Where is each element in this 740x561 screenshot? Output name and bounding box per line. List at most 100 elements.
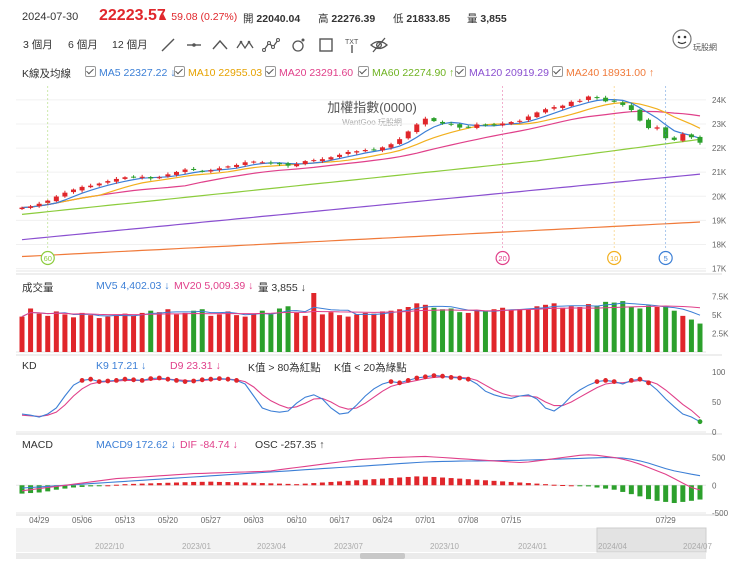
volume-bar — [259, 310, 265, 352]
osc-bar — [560, 484, 566, 486]
volume-bar — [122, 313, 128, 352]
candle-body — [517, 120, 523, 122]
candle-body — [259, 162, 265, 164]
osc-bar — [216, 481, 222, 486]
volume-bar — [36, 313, 42, 352]
volume-bar — [285, 306, 291, 352]
volume-bar — [79, 312, 85, 352]
candle-body — [603, 97, 609, 102]
osc-bar — [414, 476, 420, 486]
volume-bar — [500, 307, 506, 352]
x-tick-label: 07/08 — [458, 516, 479, 525]
volume-bar — [337, 315, 343, 352]
kd-overbought-dot — [448, 375, 454, 380]
volume-tick-label: 2.5K — [712, 330, 729, 339]
candle-body — [208, 170, 214, 172]
navigator-tick-label: 2023/04 — [257, 542, 286, 551]
candle-body — [568, 101, 574, 106]
kd-overbought-dot — [96, 379, 102, 384]
volume-bar — [96, 318, 102, 352]
candle-body — [525, 116, 531, 120]
osc-bar — [594, 485, 600, 488]
kd-overbought-dot — [131, 377, 136, 383]
candle-body — [620, 102, 626, 105]
osc-bar — [603, 485, 609, 489]
candle-body — [414, 124, 420, 133]
volume-tick-label: 5K — [712, 311, 722, 320]
price-tick-label: 19K — [712, 216, 727, 225]
candle-body — [465, 126, 471, 128]
volume-bar — [216, 314, 222, 352]
ma60-line — [21, 138, 701, 215]
volume-bar — [173, 314, 179, 352]
volume-bar — [560, 307, 566, 352]
osc-bar — [182, 482, 188, 486]
x-tick-label: 04/29 — [29, 516, 50, 525]
volume-bar — [88, 315, 94, 352]
volume-bar — [603, 301, 609, 352]
volume-bar — [405, 307, 411, 352]
ma-marker-label: 60 — [44, 254, 52, 263]
osc-bar — [568, 485, 574, 487]
volume-bar — [594, 305, 600, 352]
volume-bar — [45, 315, 51, 352]
macd-tick-label: -500 — [712, 509, 729, 518]
candle-body — [482, 124, 488, 126]
ma240-line — [21, 221, 701, 258]
volume-bar — [654, 307, 660, 352]
candle-body — [182, 169, 188, 172]
candle-body — [457, 124, 463, 128]
volume-bar — [440, 309, 446, 352]
candle-body — [543, 109, 549, 113]
kd-overbought-dot — [139, 378, 145, 383]
stock-chart[interactable]: 加權指數(0000) WantGoo 玩股網 60 20 10 5 24K 23K 22K… — [0, 0, 740, 561]
osc-bar — [422, 476, 428, 486]
osc-bar — [680, 485, 686, 502]
volume-bar — [646, 305, 652, 352]
osc-bar — [337, 481, 343, 486]
kd-overbought-dot — [79, 378, 85, 383]
candle-body — [431, 118, 437, 122]
candle-body — [96, 183, 102, 186]
x-tick-label: 06/17 — [330, 516, 351, 525]
osc-bar — [482, 480, 488, 486]
osc-bar — [525, 483, 531, 486]
osc-bar — [663, 485, 669, 502]
volume-bar — [379, 311, 385, 352]
candle-body — [371, 149, 377, 151]
candle-body — [628, 105, 634, 110]
volume-bar — [234, 315, 240, 352]
candle-body — [105, 181, 111, 183]
kd-overbought-dot — [165, 376, 171, 382]
candle-body — [388, 144, 394, 148]
candle-body — [328, 157, 334, 160]
ma-marker-label: 20 — [498, 254, 506, 263]
candle-body — [577, 100, 583, 102]
chart-watermark-site: WantGoo 玩股網 — [342, 117, 402, 127]
candle-body — [70, 189, 76, 193]
volume-bar — [70, 317, 76, 352]
kd-overbought-dot — [174, 378, 179, 383]
x-tick-label: 06/10 — [287, 516, 308, 525]
kd-overbought-dot — [594, 379, 600, 384]
kd-overbought-dot — [199, 377, 205, 383]
candle-body — [440, 121, 446, 124]
osc-bar — [671, 485, 677, 504]
candle-body — [508, 122, 514, 124]
osc-bar — [388, 478, 394, 486]
macd9-line — [21, 456, 701, 489]
osc-bar — [611, 485, 617, 490]
osc-bar — [440, 477, 446, 486]
kd-oversold-dot — [697, 419, 703, 425]
volume-bar — [294, 312, 300, 352]
volume-bar — [534, 306, 540, 352]
kd-overbought-dot — [646, 380, 651, 386]
candle-body — [62, 192, 68, 197]
candle-body — [302, 161, 308, 164]
kd-overbought-dot — [611, 379, 617, 384]
osc-bar — [139, 483, 145, 486]
volume-bar — [431, 307, 437, 352]
osc-bar — [345, 480, 351, 486]
volume-bar — [148, 310, 154, 352]
candle-body — [225, 166, 231, 168]
